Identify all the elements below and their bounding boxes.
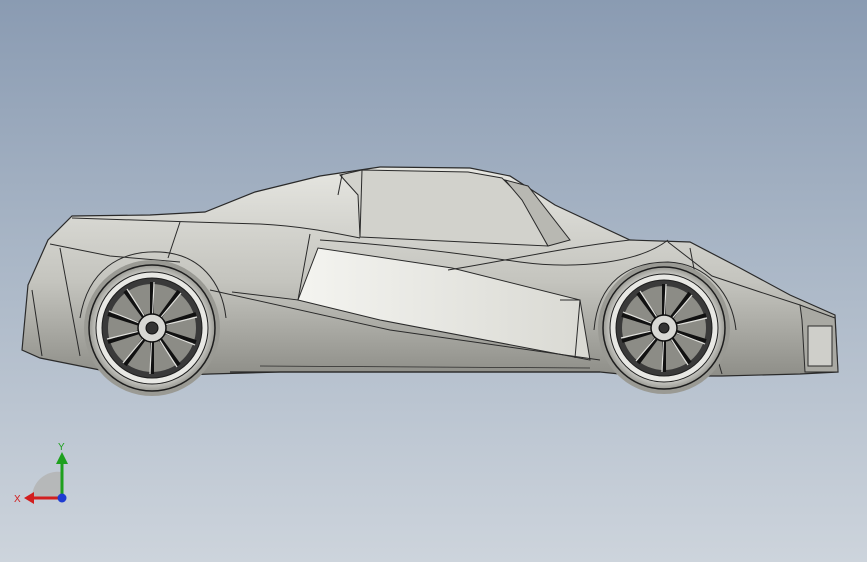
car-model[interactable]: [0, 0, 867, 562]
triad-base-icon: [31, 471, 62, 498]
y-axis-label: Y: [58, 442, 65, 453]
graphics-viewport[interactable]: Y X: [0, 0, 867, 562]
front-wheel: [84, 260, 220, 396]
z-axis-icon: [57, 493, 67, 503]
view-triad: Y X: [12, 440, 76, 510]
x-axis-label: X: [14, 494, 21, 505]
rear-wheel: [598, 262, 730, 394]
